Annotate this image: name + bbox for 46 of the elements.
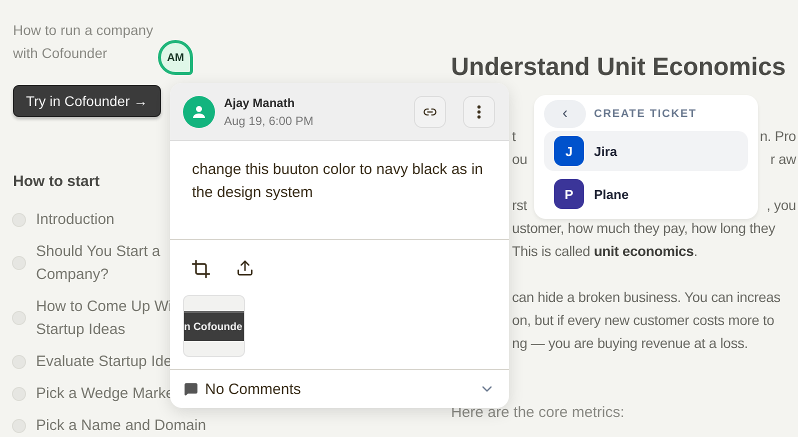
- app-name: Jira: [594, 144, 618, 158]
- sidebar-item[interactable]: Introduction: [36, 208, 114, 231]
- status-icon: [12, 212, 26, 226]
- app-name: Plane: [594, 186, 629, 202]
- comment-date: Aug 19, 6:00 PM: [224, 114, 314, 128]
- menu-title: CREATE TICKET: [594, 108, 697, 120]
- try-button[interactable]: Try in Cofounder →: [13, 85, 161, 117]
- link-button[interactable]: [414, 96, 446, 128]
- status-icon: [12, 354, 26, 368]
- article-text: ustomer, how much they pay, how long they: [512, 219, 776, 238]
- thumbnail-text: n Cofounde: [184, 321, 242, 333]
- article-text: Here are the core metrics:: [451, 404, 626, 421]
- course-title: How to run a company with Cofounder: [13, 21, 154, 63]
- author-name: Ajay Manath: [224, 96, 296, 110]
- comment-icon: [184, 382, 198, 396]
- article-text: r aw: [770, 150, 796, 169]
- more-icon: [477, 104, 481, 118]
- comments-label: No Comments: [205, 380, 302, 398]
- attachment-thumbnail[interactable]: n Cofounde: [183, 295, 245, 357]
- sidebar-item[interactable]: Should You Start a Company?: [36, 240, 160, 286]
- section-heading: How to start: [13, 173, 101, 190]
- article-text: rst: [512, 196, 527, 215]
- article-text: , you: [766, 196, 796, 215]
- user-avatar: [183, 96, 215, 128]
- article-text: ng — you are buying revenue at a loss.: [512, 334, 748, 353]
- article-text: on, but if every new customer costs more to: [512, 311, 774, 330]
- status-icon: [12, 256, 26, 270]
- article-text: This is called unit economics.: [512, 242, 698, 261]
- sidebar-item[interactable]: Pick a Name and Domain: [36, 414, 206, 437]
- article-title: Understand Unit Economics: [451, 52, 787, 82]
- user-avatar[interactable]: AM: [158, 40, 193, 75]
- article-text: t: [512, 127, 516, 146]
- comment-text: change this buuton color to navy black as in the design system: [170, 141, 509, 240]
- status-icon: [12, 386, 26, 400]
- app-logo: J: [554, 136, 584, 166]
- status-icon: [12, 418, 26, 432]
- crop-icon[interactable]: [191, 259, 211, 279]
- article-text: can hide a broken business. You can increas: [512, 288, 780, 307]
- article-text: n. Pro: [760, 127, 796, 146]
- back-button[interactable]: ‹: [544, 100, 586, 128]
- status-icon: [12, 311, 26, 325]
- menu-item[interactable]: J Jira: [544, 131, 748, 171]
- menu-item[interactable]: P Plane: [544, 174, 748, 214]
- app-logo: P: [554, 179, 584, 209]
- more-button[interactable]: [463, 96, 495, 128]
- article-text: ou: [512, 150, 528, 169]
